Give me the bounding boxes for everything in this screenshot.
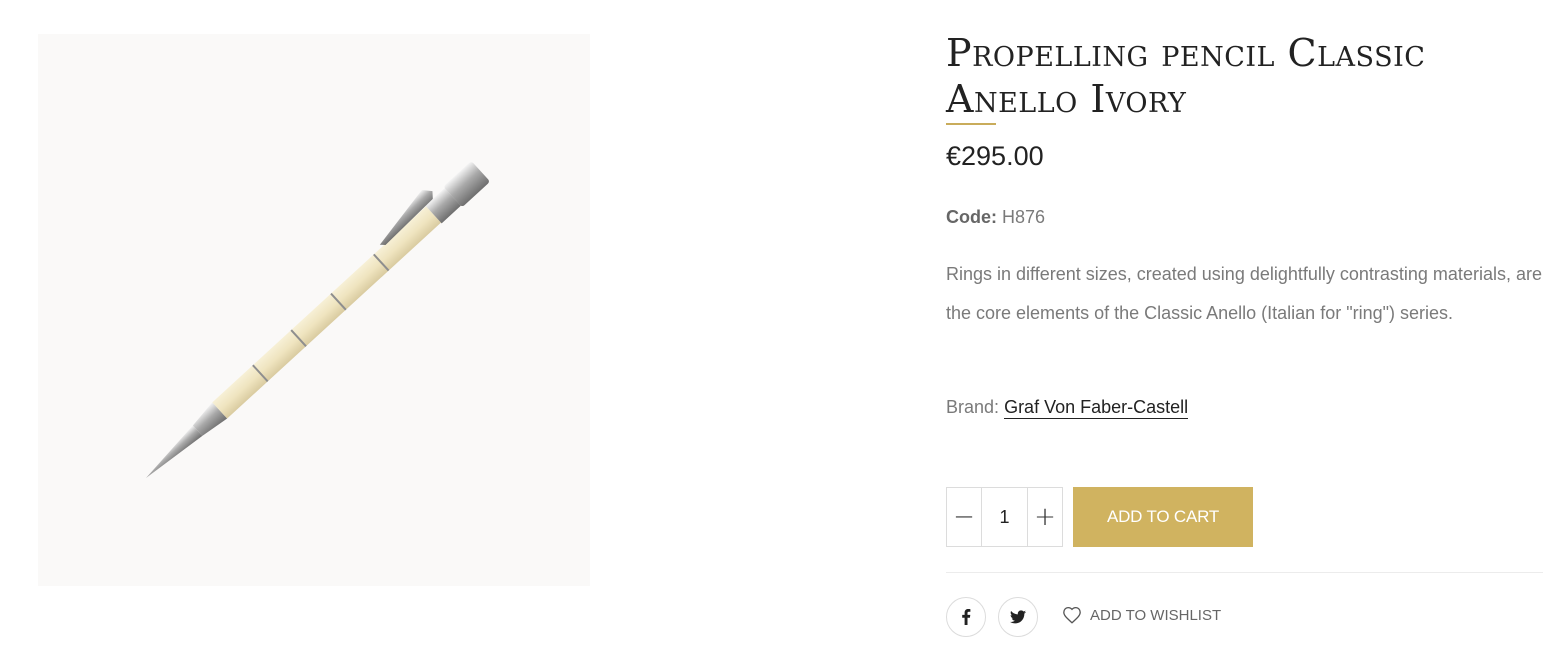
code-value: H876	[1002, 207, 1046, 227]
twitter-share-button[interactable]	[998, 597, 1038, 637]
code-label: Code:	[946, 207, 997, 227]
title-underline	[946, 123, 996, 125]
product-code: Code: H876	[946, 207, 1045, 228]
twitter-icon	[1010, 610, 1026, 624]
quantity-increment-button[interactable]: +	[1028, 488, 1062, 546]
divider	[946, 572, 1543, 573]
quantity-decrement-button[interactable]: −	[947, 488, 981, 546]
product-description: Rings in different sizes, created using …	[946, 264, 1542, 323]
quantity-stepper: − 1 +	[946, 487, 1063, 547]
brand-link[interactable]: Graf Von Faber-Castell	[1004, 397, 1189, 419]
facebook-icon	[962, 609, 971, 625]
brand-label: Brand:	[946, 397, 1000, 417]
pencil-illustration	[146, 162, 489, 478]
heart-icon	[1063, 606, 1081, 624]
product-price: €295.00	[946, 141, 1044, 171]
add-to-wishlist-link[interactable]: ADD TO WISHLIST	[1062, 606, 1221, 624]
product-brand: Brand: Graf Von Faber-Castell	[946, 397, 1189, 419]
wishlist-label: ADD TO WISHLIST	[1090, 606, 1222, 624]
quantity-input[interactable]: 1	[981, 488, 1028, 546]
facebook-share-button[interactable]	[946, 597, 986, 637]
add-to-cart-button[interactable]: ADD TO CART	[1073, 487, 1253, 547]
product-title: Propelling pencil Classic Anello Ivory	[946, 31, 1426, 121]
product-image[interactable]	[38, 34, 590, 586]
